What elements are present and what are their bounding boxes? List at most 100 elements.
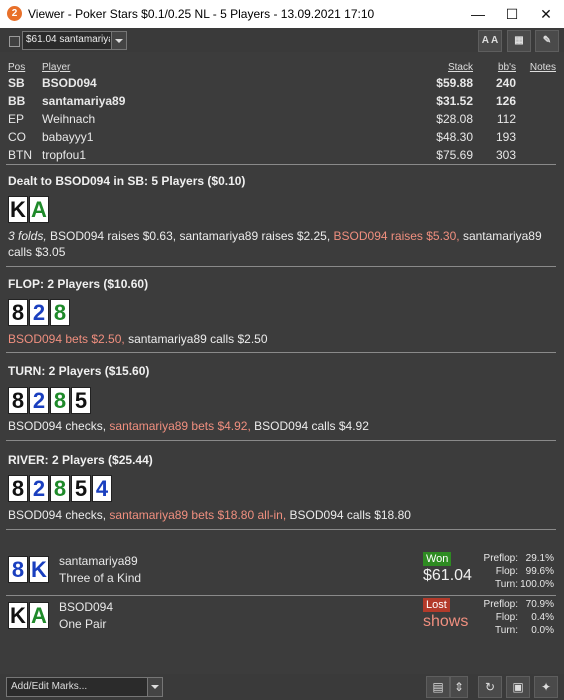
- villain-action-text: santamariya89 bets $4.92,: [109, 419, 251, 433]
- player-stack: $48.30: [436, 130, 473, 144]
- river-title: RIVER: 2 Players ($25.44): [8, 453, 153, 467]
- twitter-icon[interactable]: ✦: [534, 676, 558, 698]
- action-text: BSOD094 checks,: [8, 508, 110, 522]
- card: 8: [50, 387, 70, 414]
- player-pos: BB: [8, 94, 26, 108]
- player-bbs: 112: [496, 112, 516, 126]
- preflop-actions: 3 folds, BSOD094 raises $0.63, santamari…: [8, 228, 556, 260]
- result-hand-rank: Three of a Kind: [59, 571, 142, 585]
- card: 4: [92, 475, 112, 502]
- lost-badge: Lost: [423, 598, 450, 612]
- player-notes[interactable]: [516, 92, 556, 110]
- player-name: babayyy1: [42, 130, 94, 144]
- maximize-button[interactable]: ☐: [495, 0, 529, 28]
- villain-action-text: santamariya89 bets $18.80 all-in,: [109, 508, 287, 522]
- action-text: BSOD094 calls $18.80: [286, 508, 411, 522]
- result-player-name: BSOD094: [59, 600, 114, 614]
- player-stack: $59.88: [436, 76, 473, 90]
- flop-title: FLOP: 2 Players ($10.60): [8, 277, 149, 291]
- card: 8: [50, 475, 70, 502]
- player-notes[interactable]: [516, 146, 556, 164]
- divider: [6, 164, 556, 165]
- player-bbs: 193: [495, 130, 516, 144]
- equity-label: Preflop:: [483, 599, 518, 610]
- equity-value: 70.9%: [525, 599, 554, 610]
- players-table: Pos Player Stack bb's Notes SB BSOD094 $…: [8, 60, 556, 164]
- minimize-button[interactable]: —: [461, 0, 495, 28]
- player-pos: EP: [8, 112, 25, 126]
- card: 5: [71, 475, 91, 502]
- grid-icon[interactable]: ▦: [507, 30, 531, 52]
- player-stack: $28.08: [436, 112, 473, 126]
- equity-label: Flop:: [495, 566, 518, 577]
- hand-selector-dropdown[interactable]: $61.04 santamariya89: [22, 31, 127, 50]
- player-notes[interactable]: [516, 128, 556, 146]
- col-bbs-header[interactable]: bb's: [473, 60, 516, 74]
- equity-label: Preflop:: [483, 553, 518, 564]
- marks-dropdown[interactable]: Add/Edit Marks...: [6, 677, 163, 697]
- won-badge: Won: [423, 552, 452, 566]
- equity-stats: Preflop: 29.1% Flop: 99.6% Turn: 100.0%: [470, 552, 554, 591]
- window-title: Viewer - Poker Stars $0.1/0.25 NL - 5 Pl…: [28, 7, 375, 21]
- close-button[interactable]: ✕: [529, 0, 563, 28]
- card: A: [29, 602, 49, 629]
- edit-pencil-icon[interactable]: ✎: [535, 30, 559, 52]
- save-icon[interactable]: ▣: [506, 676, 530, 698]
- player-stack: $31.52: [436, 94, 473, 108]
- player-bbs: 303: [495, 148, 516, 162]
- card: 8: [8, 387, 28, 414]
- action-text: BSOD094 checks,: [8, 419, 110, 433]
- col-pos-header[interactable]: Pos: [8, 60, 42, 74]
- app-logo-icon: 2: [7, 6, 22, 21]
- equity-label: Flop:: [495, 612, 518, 623]
- table-row[interactable]: SB BSOD094 $59.88 240: [8, 74, 556, 92]
- player-bbs: 240: [495, 76, 516, 90]
- action-text: BSOD094 calls $4.92: [250, 419, 369, 433]
- equity-value: 99.6%: [525, 566, 554, 577]
- card: 2: [29, 387, 49, 414]
- spinner-arrows-icon[interactable]: ⇕: [450, 676, 468, 698]
- turn-cards: 8285: [8, 387, 92, 415]
- col-player-header[interactable]: Player: [42, 60, 393, 74]
- equity-value: 0.4%: [531, 612, 554, 623]
- river-cards: 82854: [8, 475, 113, 503]
- card: A: [29, 196, 49, 223]
- table-row[interactable]: CO babayyy1 $48.30 193: [8, 128, 556, 146]
- chevron-down-icon[interactable]: [111, 32, 126, 49]
- refresh-icon[interactable]: ↻: [478, 676, 502, 698]
- font-size-button[interactable]: A A: [478, 30, 502, 52]
- col-notes-header[interactable]: Notes: [516, 60, 556, 74]
- player-notes[interactable]: [516, 74, 556, 92]
- showdown-result-loser: KA BSOD094 One Pair Lost shows Preflop: 7…: [0, 596, 564, 642]
- hole-cards: KA: [8, 196, 50, 224]
- table-row[interactable]: EP Weihnach $28.08 112: [8, 110, 556, 128]
- equity-label: Turn:: [495, 579, 518, 590]
- card: K: [8, 602, 28, 629]
- showdown-result-winner: 8K santamariya89 Three of a Kind Won $61…: [0, 550, 564, 596]
- equity-stats: Preflop: 70.9% Flop: 0.4% Turn: 0.0%: [470, 598, 554, 637]
- flop-cards: 828: [8, 299, 71, 327]
- result-player-name: santamariya89: [59, 554, 138, 568]
- table-row[interactable]: BB santamariya89 $31.52 126: [8, 92, 556, 110]
- player-notes[interactable]: [516, 110, 556, 128]
- card: 2: [29, 475, 49, 502]
- flop-actions: BSOD094 bets $2.50, santamariya89 calls …: [8, 331, 556, 347]
- marks-placeholder: Add/Edit Marks...: [11, 681, 88, 692]
- turn-title: TURN: 2 Players ($15.60): [8, 364, 150, 378]
- table-row[interactable]: BTN tropfou1 $75.69 303: [8, 146, 556, 164]
- select-hand-checkbox[interactable]: [9, 36, 20, 47]
- player-stack: $75.69: [436, 148, 473, 162]
- col-stack-header[interactable]: Stack: [393, 60, 473, 74]
- action-text: BSOD094 raises $0.63, santamariya89 rais…: [46, 229, 334, 243]
- hero-action-text: BSOD094 raises $5.30,: [333, 229, 460, 243]
- title-bar: 2 Viewer - Poker Stars $0.1/0.25 NL - 5 …: [0, 0, 564, 28]
- equity-value: 29.1%: [525, 553, 554, 564]
- chevron-down-icon[interactable]: [147, 678, 162, 696]
- player-name: Weihnach: [42, 112, 96, 126]
- showdown-cards: 8K: [8, 556, 50, 584]
- card: 8: [50, 299, 70, 326]
- river-actions: BSOD094 checks, santamariya89 bets $18.8…: [8, 507, 556, 523]
- result-hand-rank: One Pair: [59, 617, 107, 631]
- clipboard-icon[interactable]: ▤: [426, 676, 450, 698]
- result-amount: $61.04: [423, 567, 472, 584]
